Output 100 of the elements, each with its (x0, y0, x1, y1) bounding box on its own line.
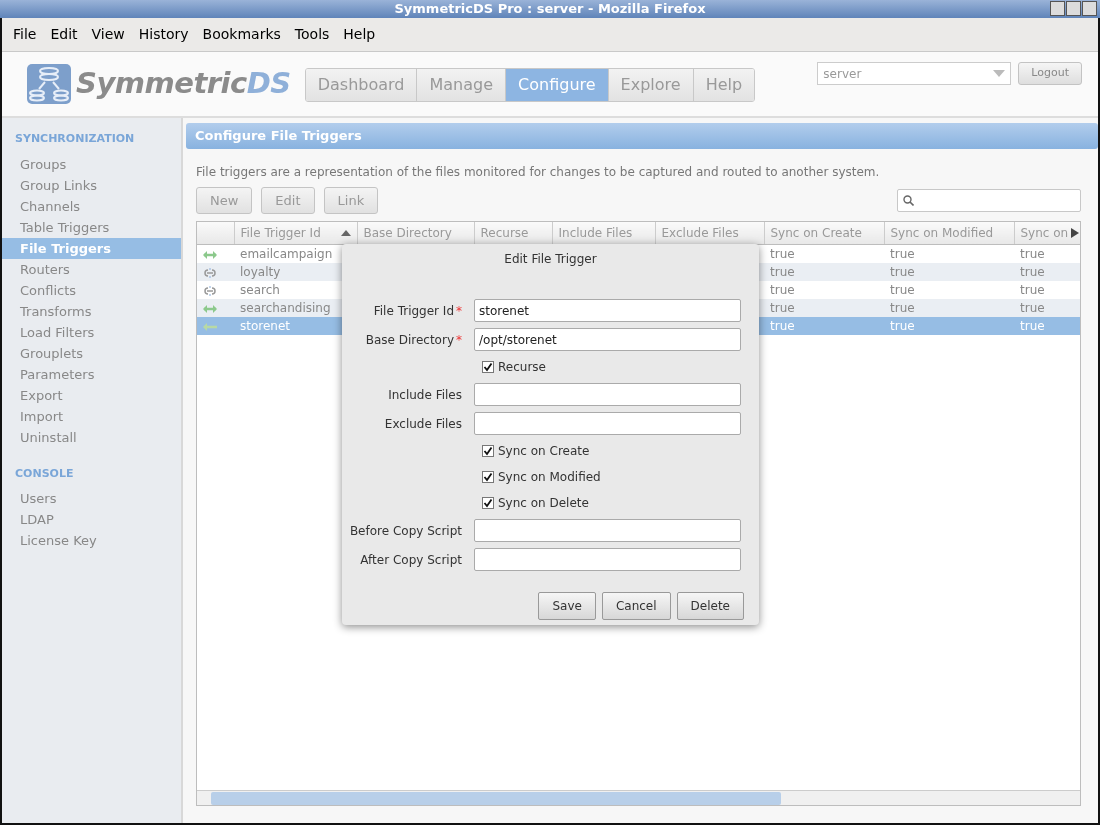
broken-link-icon (203, 267, 217, 278)
sidebar-item[interactable]: Conflicts (2, 279, 181, 301)
close-icon[interactable] (1082, 1, 1097, 16)
table-cell: emailcampaign (234, 244, 357, 263)
server-select[interactable]: server (817, 62, 1012, 85)
header-cell[interactable]: Base Directory (357, 222, 474, 245)
field-label: File Trigger Id (373, 303, 454, 318)
table-cell: true (764, 299, 884, 317)
dialog-button[interactable]: Save (538, 592, 596, 620)
sidebar-item[interactable]: Import (2, 405, 181, 427)
sidebar-item[interactable]: Group Links (2, 174, 181, 196)
scrollbar-thumb[interactable] (211, 791, 781, 805)
table-cell: true (764, 281, 884, 299)
checked-box-icon[interactable] (482, 471, 494, 483)
horizontal-scrollbar[interactable] (197, 790, 1080, 805)
table-cell: true (1014, 317, 1080, 335)
sidebar-item[interactable]: Grouplets (2, 342, 181, 364)
section-heading: SYNCHRONIZATION (14, 131, 136, 147)
table-cell: true (764, 244, 884, 263)
header-cell[interactable]: Sync on Create (764, 222, 884, 245)
table-cell: true (1014, 299, 1080, 317)
sidebar-item[interactable]: Load Filters (2, 321, 181, 343)
table-cell: true (884, 317, 1014, 335)
table-cell: true (764, 317, 884, 335)
field-label: Before Copy Script (349, 523, 462, 538)
nav-tab[interactable]: Help (693, 69, 755, 101)
sidebar-item[interactable]: Routers (2, 258, 181, 280)
checkbox[interactable]: Recurse (482, 358, 546, 376)
input-field[interactable] (474, 383, 741, 406)
menu-item[interactable]: Edit (43, 24, 85, 45)
minimize-icon[interactable] (1050, 1, 1065, 16)
nav-tab[interactable]: Explore (608, 69, 694, 101)
menu-item[interactable]: Tools (287, 24, 337, 45)
header-cell[interactable]: Include Files (552, 222, 655, 245)
dropdown-caret-icon (993, 70, 1006, 77)
input-field[interactable]: /opt/storenet (474, 328, 741, 351)
checked-box-icon[interactable] (482, 361, 494, 373)
menu-item[interactable]: Bookmarks (195, 24, 288, 45)
menu-item[interactable]: Help (336, 24, 383, 45)
table-cell: true (1014, 244, 1080, 263)
input-field[interactable] (474, 548, 741, 571)
field-label: After Copy Script (360, 552, 462, 567)
table-cell: true (884, 299, 1014, 317)
toolbar-button[interactable]: Edit (261, 186, 315, 214)
nav-tab[interactable]: Manage (417, 69, 507, 101)
sort-ascending-icon (340, 230, 351, 236)
sidebar-item[interactable]: Groups (2, 153, 181, 175)
sidebar-item[interactable]: LDAP (2, 509, 181, 530)
sidebar-item[interactable]: Export (2, 384, 181, 406)
page-description: File triggers are a representation of the files monitored for changes to be captured and routed to another system. (196, 163, 881, 181)
table-cell: true (884, 281, 1014, 299)
header-cell[interactable]: Exclude Files (655, 222, 764, 245)
table-cell: search (234, 281, 357, 299)
left-arrow-icon (203, 321, 217, 332)
dialog-button[interactable]: Cancel (601, 592, 671, 620)
logout-button[interactable]: Logout (1018, 62, 1082, 85)
search-icon (903, 194, 914, 206)
search-field[interactable] (897, 188, 1081, 212)
header-cell[interactable]: Recurse (474, 222, 552, 245)
sidebar-item[interactable]: Parameters (2, 363, 181, 385)
table-cell: true (884, 244, 1014, 263)
checked-box-icon[interactable] (482, 497, 494, 509)
sidebar-item[interactable]: Transforms (2, 300, 181, 322)
sidebar-item[interactable]: Channels (2, 195, 181, 217)
field-label: Base Directory (365, 332, 454, 347)
input-field[interactable] (474, 412, 741, 435)
header-cell[interactable]: File Trigger Id (234, 222, 357, 245)
toolbar-button[interactable]: New (196, 186, 253, 214)
sidebar-item[interactable]: File Triggers (2, 237, 181, 259)
required-mark: * (456, 303, 462, 318)
broken-link-icon (203, 285, 217, 296)
table-cell: true (1014, 281, 1080, 299)
checkbox[interactable]: Sync on Modified (482, 468, 601, 486)
dialog-title: Edit File Trigger (503, 251, 598, 268)
double-arrow-icon (203, 303, 217, 314)
toolbar-button[interactable]: Link (323, 186, 379, 214)
checkbox[interactable]: Sync on Delete (482, 494, 589, 512)
sidebar-item[interactable]: Uninstall (2, 426, 181, 448)
checkbox[interactable]: Sync on Create (482, 442, 590, 460)
dialog-button[interactable]: Delete (676, 592, 744, 620)
scroll-right-icon[interactable] (1071, 228, 1080, 238)
header-cell[interactable]: Sync on Modified (884, 222, 1014, 245)
sidebar-item[interactable]: License Key (2, 530, 181, 551)
header-cell (197, 222, 234, 245)
input-field[interactable]: storenet (474, 299, 741, 322)
table-cell: true (1014, 263, 1080, 281)
maximize-icon[interactable] (1066, 1, 1081, 16)
checked-box-icon[interactable] (482, 445, 494, 457)
nav-tab[interactable]: Configure (506, 69, 609, 101)
sidebar-item[interactable]: Users (2, 488, 181, 509)
menu-item[interactable]: History (131, 24, 196, 45)
header-cell[interactable]: Sync on (1014, 222, 1080, 245)
menu-item[interactable]: File (6, 24, 44, 45)
field-label: Include Files (388, 387, 462, 402)
input-field[interactable] (474, 519, 741, 542)
sidebar-item[interactable]: Table Triggers (2, 216, 181, 238)
table-cell: true (764, 263, 884, 281)
menu-item[interactable]: View (84, 24, 132, 45)
database-logo-icon (26, 62, 72, 105)
nav-tab[interactable]: Dashboard (305, 69, 418, 101)
